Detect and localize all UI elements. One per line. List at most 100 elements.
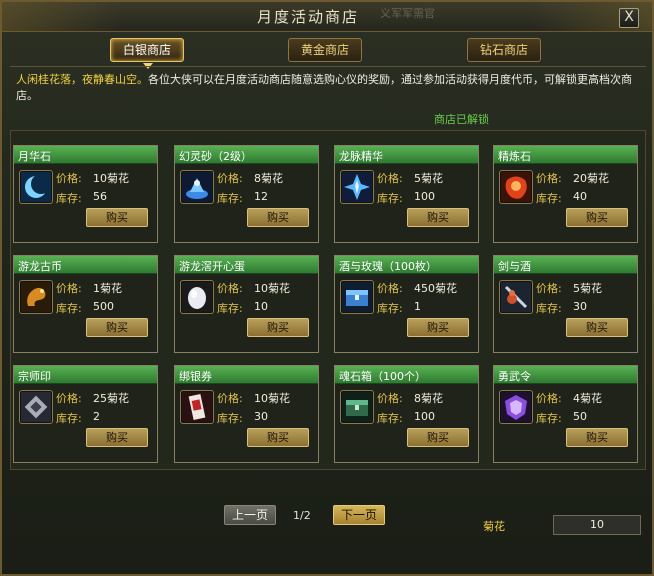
blue-sand-icon[interactable] [180, 170, 214, 204]
stock-label: 库存: [536, 192, 562, 205]
item-stock: 100 [414, 410, 435, 423]
item-name: 酒与玫瑰（100枚） [339, 260, 437, 273]
item-card: 宗师印 价格: 25菊花 库存: 2 购买 [13, 365, 158, 463]
item-card: 精炼石 价格: 20菊花 库存: 40 购买 [493, 145, 638, 243]
stock-label: 库存: [217, 302, 243, 315]
price-label: 价格: [217, 172, 243, 185]
item-stock: 1 [414, 300, 421, 313]
item-card-header: 精炼石 [494, 146, 637, 164]
stock-label: 库存: [217, 192, 243, 205]
background-npc-label: 义军军需官 [380, 7, 435, 20]
stock-label: 库存: [377, 192, 403, 205]
buy-button[interactable]: 购买 [566, 318, 628, 337]
next-page-button[interactable]: 下一页 [333, 505, 385, 525]
stock-label: 库存: [56, 412, 82, 425]
item-price: 4菊花 [573, 392, 602, 405]
item-price: 1菊花 [93, 282, 122, 295]
page-indicator: 1/2 [293, 509, 311, 522]
item-stock: 500 [93, 300, 114, 313]
item-card: 龙脉精华 价格: 5菊花 库存: 100 购买 [334, 145, 479, 243]
item-name: 月华石 [18, 150, 51, 163]
item-stock: 12 [254, 190, 268, 203]
item-name: 宗师印 [18, 370, 51, 383]
item-stock: 40 [573, 190, 587, 203]
item-price: 10菊花 [254, 392, 290, 405]
item-card-header: 宗师印 [14, 366, 157, 384]
currency-label: 菊花 [483, 520, 505, 533]
tab-silver-shop[interactable]: 白银商店 [110, 38, 184, 62]
close-button[interactable]: X [619, 8, 639, 28]
price-label: 价格: [217, 282, 243, 295]
title-ornament-left [2, 2, 122, 32]
item-price: 5菊花 [573, 282, 602, 295]
stock-label: 库存: [56, 192, 82, 205]
buy-button[interactable]: 购买 [407, 318, 469, 337]
item-price: 25菊花 [93, 392, 129, 405]
crescent-moon-icon[interactable] [19, 170, 53, 204]
item-card: 幻灵砂（2级） 价格: 8菊花 库存: 12 购买 [174, 145, 319, 243]
item-price: 8菊花 [254, 172, 283, 185]
item-card-header: 月华石 [14, 146, 157, 164]
item-name: 魂石箱（100个） [339, 370, 426, 383]
buy-button[interactable]: 购买 [247, 318, 309, 337]
item-card: 游龙古币 价格: 1菊花 库存: 500 购买 [13, 255, 158, 353]
price-label: 价格: [536, 392, 562, 405]
item-stock: 10 [254, 300, 268, 313]
item-price: 8菊花 [414, 392, 443, 405]
title-bar[interactable]: 月度活动商店 义军军需官 X [2, 2, 652, 32]
item-stock: 30 [573, 300, 587, 313]
price-label: 价格: [217, 392, 243, 405]
price-label: 价格: [536, 282, 562, 295]
tab-diamond-shop[interactable]: 钻石商店 [467, 38, 541, 62]
item-card: 魂石箱（100个） 价格: 8菊花 库存: 100 购买 [334, 365, 479, 463]
stock-label: 库存: [377, 302, 403, 315]
shop-window: 月度活动商店 义军军需官 X 白银商店 黄金商店 钻石商店 人闲桂花落，夜静春山… [0, 0, 654, 576]
red-stone-icon[interactable] [499, 170, 533, 204]
sword-gourd-icon[interactable] [499, 280, 533, 314]
dragon-coin-icon[interactable] [19, 280, 53, 314]
item-card-header: 酒与玫瑰（100枚） [335, 256, 478, 274]
price-label: 价格: [377, 172, 403, 185]
buy-button[interactable]: 购买 [407, 208, 469, 227]
buy-button[interactable]: 购买 [86, 318, 148, 337]
item-stock: 100 [414, 190, 435, 203]
item-stock: 56 [93, 190, 107, 203]
buy-button[interactable]: 购买 [407, 428, 469, 447]
price-label: 价格: [56, 392, 82, 405]
buy-button[interactable]: 购买 [566, 428, 628, 447]
item-card: 绑银券 价格: 10菊花 库存: 30 购买 [174, 365, 319, 463]
purple-token-icon[interactable] [499, 390, 533, 424]
buy-button[interactable]: 购买 [566, 208, 628, 227]
stock-label: 库存: [56, 302, 82, 315]
buy-button[interactable]: 购买 [247, 428, 309, 447]
item-name: 精炼石 [498, 150, 531, 163]
item-card-header: 幻灵砂（2级） [175, 146, 318, 164]
item-name: 幻灵砂（2级） [179, 150, 252, 163]
blue-crystal-icon[interactable] [340, 170, 374, 204]
green-chest-icon[interactable] [340, 390, 374, 424]
item-name: 勇武令 [498, 370, 531, 383]
item-stock: 30 [254, 410, 268, 423]
coupon-icon[interactable] [180, 390, 214, 424]
item-price: 10菊花 [93, 172, 129, 185]
price-label: 价格: [377, 392, 403, 405]
price-label: 价格: [536, 172, 562, 185]
item-card: 剑与酒 价格: 5菊花 库存: 30 购买 [493, 255, 638, 353]
buy-button[interactable]: 购买 [86, 428, 148, 447]
egg-icon[interactable] [180, 280, 214, 314]
blue-chest-icon[interactable] [340, 280, 374, 314]
item-card: 勇武令 价格: 4菊花 库存: 50 购买 [493, 365, 638, 463]
item-card-header: 剑与酒 [494, 256, 637, 274]
item-card-header: 魂石箱（100个） [335, 366, 478, 384]
item-name: 游龙古币 [18, 260, 62, 273]
item-stock: 2 [93, 410, 100, 423]
buy-button[interactable]: 购买 [247, 208, 309, 227]
item-card: 游龙滘开心蛋 价格: 10菊花 库存: 10 购买 [174, 255, 319, 353]
seal-icon[interactable] [19, 390, 53, 424]
prev-page-button[interactable]: 上一页 [224, 505, 276, 525]
buy-button[interactable]: 购买 [86, 208, 148, 227]
window-title: 月度活动商店 [257, 8, 360, 26]
unlock-status: 商店已解锁 [434, 113, 489, 126]
item-card-header: 游龙古币 [14, 256, 157, 274]
tab-gold-shop[interactable]: 黄金商店 [288, 38, 362, 62]
